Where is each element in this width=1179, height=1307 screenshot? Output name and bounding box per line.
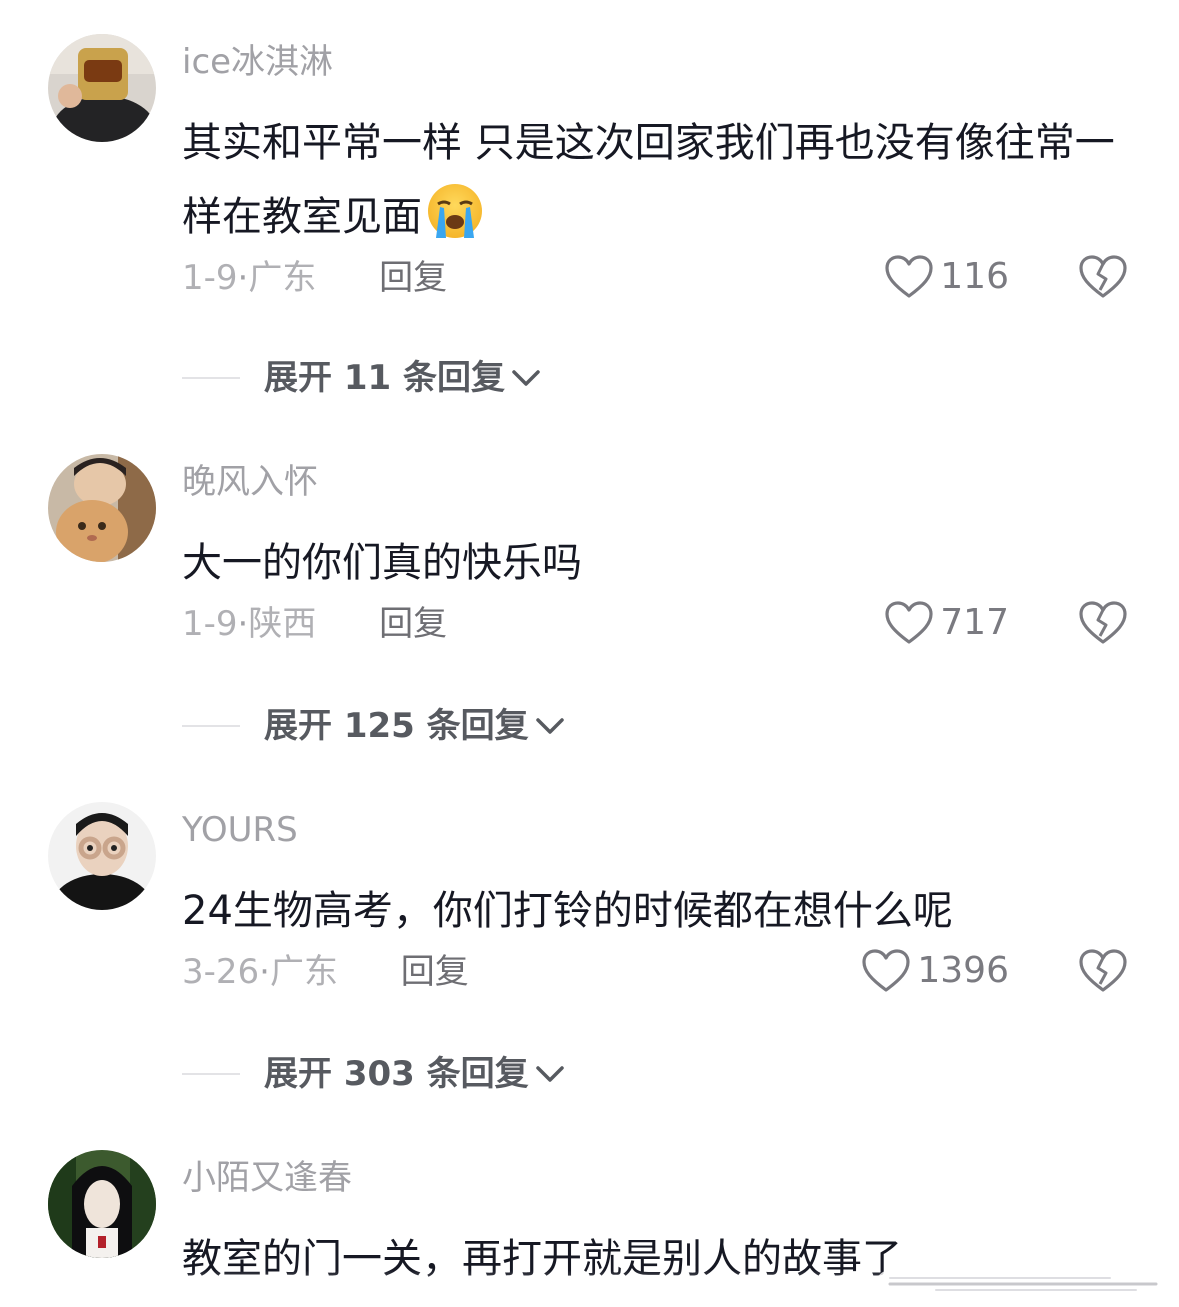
heart-outline-icon [885, 255, 933, 298]
username[interactable]: 晚风入怀 [182, 460, 318, 504]
username[interactable]: ice冰淇淋 [182, 40, 333, 84]
avatar[interactable] [48, 454, 156, 562]
username[interactable]: YOURS [182, 808, 298, 852]
reply-button[interactable]: 回复 [379, 258, 447, 298]
comment-text-content: 24生物高考，你们打铃的时候都在想什么呢 [182, 888, 953, 934]
comment-location: 广东 [248, 258, 317, 298]
comment-text-content: 其实和平常一样 只是这次回家我们再也没有像往常一样在教室见面 [182, 120, 1115, 240]
comment-location: 陕西 [248, 604, 317, 644]
comment-date: 3-26 [182, 952, 260, 992]
avatar-image [48, 454, 156, 562]
heart-outline-icon [862, 949, 910, 992]
expand-replies-label: 展开 125 条回复 [264, 706, 529, 746]
meta-separator: · [259, 952, 270, 992]
avatar[interactable] [48, 802, 156, 910]
reply-button[interactable]: 回复 [401, 952, 469, 992]
comment-text[interactable]: 其实和平常一样 只是这次回家我们再也没有像往常一样在教室见面 [182, 106, 1132, 254]
expand-replies[interactable]: 展开 11 条回复 [182, 356, 543, 400]
like-count: 717 [940, 602, 1009, 643]
avatar[interactable] [48, 34, 156, 142]
comment-location: 广东 [269, 952, 338, 992]
broken-heart-icon[interactable] [1078, 946, 1128, 994]
comment-date: 1-9 [182, 258, 238, 298]
loudly-crying-face-emoji [428, 184, 482, 238]
meta-separator: · [237, 258, 249, 298]
chevron-down-icon [512, 370, 540, 386]
avatar-image [48, 802, 156, 910]
comment-meta: 1-9·陕西 回复 [182, 602, 447, 646]
heart-outline-icon [885, 601, 933, 644]
reply-button[interactable]: 回复 [379, 604, 447, 644]
like-button[interactable]: 717 [884, 600, 1009, 646]
chevron-down-icon [535, 718, 564, 734]
like-count: 1396 [917, 950, 1009, 991]
comment-text-content: 大一的你们真的快乐吗 [182, 540, 582, 586]
like-button[interactable]: 1396 [861, 948, 1009, 994]
avatar[interactable] [48, 1150, 156, 1258]
comment-meta: 1-9·广东 回复 [182, 256, 447, 300]
expand-divider [182, 725, 240, 727]
expand-replies-label: 展开 303 条回复 [264, 1054, 529, 1094]
broken-heart-icon[interactable] [1078, 598, 1128, 646]
comment-list: ice冰淇淋 其实和平常一样 只是这次回家我们再也没有像往常一样在教室见面 1-… [0, 0, 1179, 1307]
expand-replies[interactable]: 展开 303 条回复 [182, 1052, 567, 1096]
chevron-down-icon [535, 1066, 564, 1082]
expand-divider [182, 377, 240, 379]
avatar-image [48, 1150, 156, 1258]
expand-divider [182, 1073, 240, 1075]
comment-text[interactable]: 24生物高考，你们打铃的时候都在想什么呢 [182, 874, 1132, 948]
avatar-image [48, 34, 156, 142]
watermark-logo [876, 1270, 1170, 1298]
comment-meta: 3-26·广东 回复 [182, 950, 469, 994]
meta-separator: · [237, 604, 249, 644]
expand-replies-label: 展开 11 条回复 [264, 358, 505, 398]
broken-heart-icon[interactable] [1078, 252, 1128, 300]
comment-text[interactable]: 大一的你们真的快乐吗 [182, 526, 1132, 600]
like-count: 116 [940, 256, 1009, 297]
username[interactable]: 小陌又逢春 [182, 1156, 352, 1200]
like-button[interactable]: 116 [884, 254, 1009, 300]
expand-replies[interactable]: 展开 125 条回复 [182, 704, 567, 748]
comment-date: 1-9 [182, 604, 238, 644]
